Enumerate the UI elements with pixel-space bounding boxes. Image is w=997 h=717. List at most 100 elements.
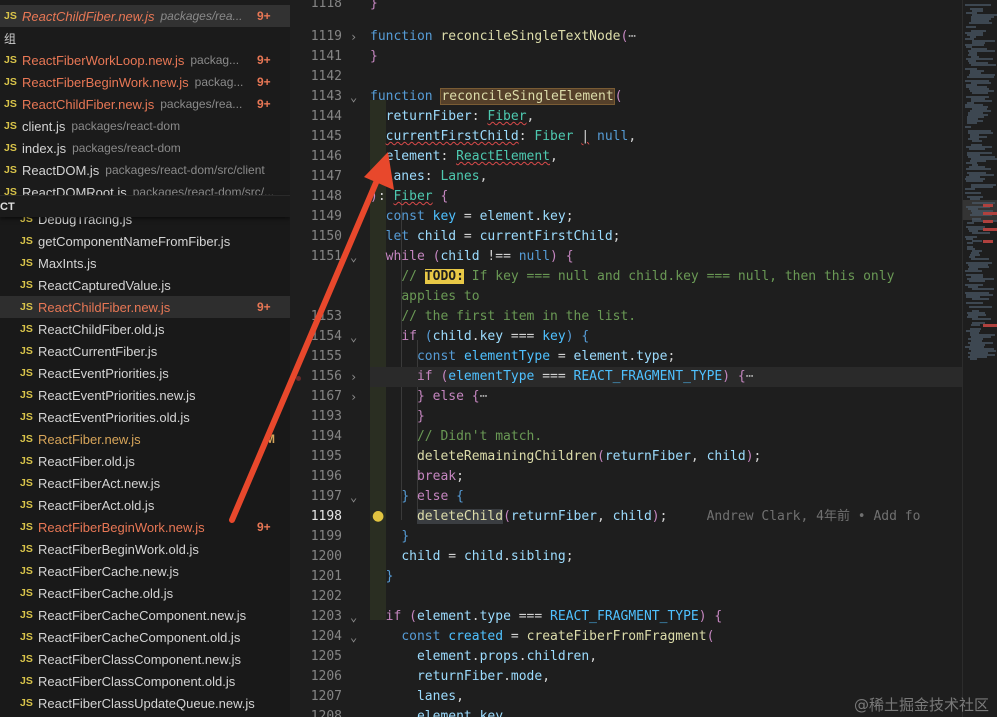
- file-name: ReactFiber.old.js: [38, 453, 135, 469]
- minimap[interactable]: [962, 0, 997, 717]
- code-editor[interactable]: 1118 1119 › 1141 1142 1143 ⌄ 1144 1145 1146 1147 11…: [290, 0, 997, 717]
- code-line: const elementType = element.type;: [416, 349, 676, 364]
- fold-expand-icon[interactable]: ›: [350, 27, 357, 47]
- file-name: ReactEventPriorities.new.js: [38, 387, 196, 403]
- file-tree-item[interactable]: JS MaxInts.js: [0, 252, 290, 274]
- file-tree-item[interactable]: JS ReactCurrentFiber.js: [0, 340, 290, 362]
- file-tree-item[interactable]: JS ReactFiber.new.js M: [0, 428, 290, 450]
- js-file-icon: JS: [4, 54, 17, 66]
- file-tree-item[interactable]: JS ReactFiberClassComponent.new.js: [0, 648, 290, 670]
- line-gutter: 1118 1119 › 1141 1142 1143 ⌄ 1144 1145 1146 1147 11…: [290, 0, 370, 717]
- explorer-section-header[interactable]: CT: [0, 195, 290, 217]
- minimap-error-marker: [983, 204, 993, 207]
- minimap-line: [965, 188, 975, 190]
- line-number: 1119: [310, 29, 342, 44]
- js-file-icon: JS: [20, 653, 33, 665]
- code-line: // Didn't match.: [416, 429, 543, 444]
- file-tree-item[interactable]: JS ReactFiberCacheComponent.new.js: [0, 604, 290, 626]
- minimap-line: [972, 140, 982, 142]
- file-tree-item[interactable]: JS ReactFiberAct.old.js: [0, 494, 290, 516]
- line-number: 1156: [310, 369, 342, 384]
- line-number: 1202: [310, 589, 342, 604]
- watermark: @稀土掘金技术社区: [853, 696, 989, 714]
- file-name: index.js: [22, 140, 67, 156]
- file-tree-item[interactable]: JS ReactEventPriorities.new.js: [0, 384, 290, 406]
- open-editor-item[interactable]: JS ReactChildFiber.new.js packages/rea... 9…: [0, 5, 290, 27]
- file-tree-item[interactable]: JS ReactFiberBeginWork.old.js: [0, 538, 290, 560]
- file-tree-item[interactable]: JS ReactFiberClassComponent.old.js: [0, 670, 290, 692]
- code-line-current: deleteChild(returnFiber, child); Andrew …: [416, 509, 921, 524]
- code-line: const created = createFiberFromFragment(: [401, 629, 715, 644]
- line-number: 1205: [310, 649, 342, 664]
- code-area[interactable]: } function reconcileSingleTextNode(⋯ } f…: [370, 0, 970, 717]
- minimap-line: [972, 288, 994, 290]
- file-name: ReactFiberCacheComponent.old.js: [38, 629, 241, 645]
- open-editor-item[interactable]: JS ReactDOMRoot.js packages/react-dom/src/…: [0, 181, 290, 196]
- open-editor-item[interactable]: JS ReactFiberBeginWork.new.js packag... 9+: [0, 71, 290, 93]
- file-tree-item[interactable]: JS ReactFiberCache.new.js: [0, 560, 290, 582]
- file-tree-item[interactable]: JS ReactFiberCache.old.js: [0, 582, 290, 604]
- minimap-line: [972, 240, 982, 242]
- line-number: 1145: [310, 129, 342, 144]
- minimap-line: [969, 306, 992, 308]
- file-name: ReactChildFiber.new.js: [22, 8, 155, 24]
- line-number: 1154: [310, 329, 342, 344]
- file-tree-item[interactable]: JS getComponentNameFromFiber.js: [0, 230, 290, 252]
- fold-collapse-icon[interactable]: ⌄: [350, 327, 357, 347]
- file-path: packages/rea...: [160, 9, 243, 23]
- js-file-icon: JS: [20, 609, 33, 621]
- problem-count-badge: 9+: [257, 75, 271, 89]
- file-path: packages/rea...: [160, 97, 243, 111]
- file-name: ReactCapturedValue.js: [38, 277, 171, 293]
- file-name: ReactDOMRoot.js: [22, 184, 127, 196]
- file-tree-item[interactable]: JS ReactFiberAct.new.js: [0, 472, 290, 494]
- js-file-icon: JS: [20, 389, 33, 401]
- line-number: 1142: [310, 69, 342, 84]
- file-tree-item[interactable]: JS ReactChildFiber.old.js: [0, 318, 290, 340]
- file-tree-item[interactable]: JS ReactChildFiber.new.js 9+: [0, 296, 290, 318]
- open-editors-group[interactable]: 组: [0, 27, 290, 49]
- line-number: 1151: [310, 249, 342, 264]
- js-file-icon: JS: [4, 76, 17, 88]
- open-editors-list: JS ReactChildFiber.new.js packages/rea... 9…: [0, 0, 290, 195]
- line-number: 1197: [310, 489, 342, 504]
- open-editor-item[interactable]: JS ReactFiberWorkLoop.new.js packag... 9+: [0, 49, 290, 71]
- group-label: 组: [4, 31, 17, 46]
- fold-collapse-icon[interactable]: ⌄: [350, 627, 357, 647]
- fold-expand-icon[interactable]: ›: [350, 387, 357, 407]
- fold-expand-icon[interactable]: ›: [350, 367, 357, 387]
- file-tree-item[interactable]: JS ReactFiberBeginWork.new.js 9+: [0, 516, 290, 538]
- lightbulb-icon[interactable]: ●: [372, 508, 384, 524]
- file-tree-item[interactable]: JS ReactFiberCacheComponent.old.js: [0, 626, 290, 648]
- code-line: } else {: [401, 489, 464, 504]
- fold-collapse-icon[interactable]: ⌄: [350, 487, 357, 507]
- minimap-line: [967, 222, 974, 224]
- minimap-line: [971, 258, 989, 260]
- line-number: 1146: [310, 149, 342, 164]
- js-file-icon: JS: [20, 301, 33, 313]
- open-editor-item[interactable]: JS client.js packages/react-dom: [0, 115, 290, 137]
- js-file-icon: JS: [20, 279, 33, 291]
- file-name: ReactCurrentFiber.js: [38, 343, 158, 359]
- file-tree-item[interactable]: JS ReactEventPriorities.js: [0, 362, 290, 384]
- minimap-line: [967, 242, 973, 244]
- file-name: ReactFiberAct.old.js: [38, 497, 155, 513]
- js-file-icon: JS: [20, 455, 33, 467]
- code-line: applies to: [401, 289, 480, 304]
- open-editor-item[interactable]: JS ReactDOM.js packages/react-dom/src/clie…: [0, 159, 290, 181]
- minimap-line: [972, 318, 991, 320]
- file-tree-item[interactable]: JS ReactEventPriorities.old.js: [0, 406, 290, 428]
- open-editor-item[interactable]: JS ReactChildFiber.new.js packages/rea... 9…: [0, 93, 290, 115]
- file-name: ReactFiberClassComponent.old.js: [38, 673, 236, 689]
- file-tree-item[interactable]: JS ReactCapturedValue.js: [0, 274, 290, 296]
- fold-collapse-icon[interactable]: ⌄: [350, 247, 357, 267]
- code-line: returnFiber: Fiber,: [385, 109, 535, 124]
- fold-collapse-icon[interactable]: ⌄: [350, 87, 357, 107]
- js-file-icon: JS: [20, 235, 33, 247]
- js-file-icon: JS: [4, 142, 17, 154]
- open-editor-item[interactable]: JS index.js packages/react-dom: [0, 137, 290, 159]
- fold-collapse-icon[interactable]: ⌄: [350, 607, 357, 627]
- file-tree-item[interactable]: JS ReactFiberClassUpdateQueue.new.js: [0, 692, 290, 714]
- minimap-line: [965, 192, 981, 194]
- file-tree-item[interactable]: JS ReactFiber.old.js: [0, 450, 290, 472]
